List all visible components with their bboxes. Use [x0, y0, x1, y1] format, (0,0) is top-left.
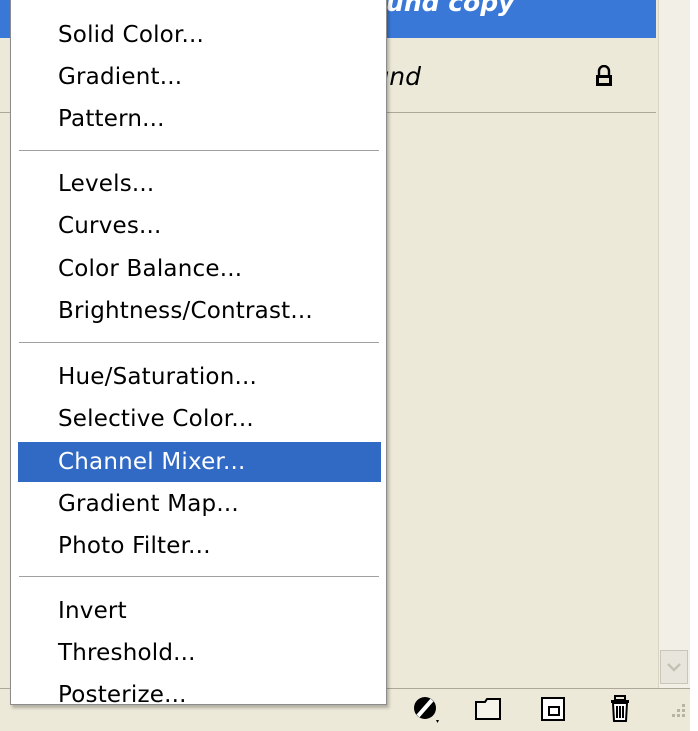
menu-item-solid-color[interactable]: Solid Color...: [18, 17, 381, 53]
window-edge: [690, 0, 698, 731]
menu-item-invert[interactable]: Invert: [18, 593, 381, 629]
menu-item-curves[interactable]: Curves...: [18, 208, 381, 244]
menu-item-gradient-map[interactable]: Gradient Map...: [18, 486, 381, 522]
adjustment-layer-icon[interactable]: [410, 692, 444, 726]
new-layer-icon[interactable]: [536, 692, 570, 726]
menu-separator: [19, 150, 379, 152]
menu-item-posterize[interactable]: Posterize...: [18, 677, 381, 713]
trash-icon[interactable]: [604, 692, 638, 726]
menu-item-pattern[interactable]: Pattern...: [18, 101, 381, 137]
menu-item-gradient[interactable]: Gradient...: [18, 59, 381, 95]
menu-separator: [19, 576, 379, 578]
photoshop-window: kground copy ground: [0, 0, 698, 731]
menu-item-selective-color[interactable]: Selective Color...: [18, 401, 381, 437]
menu-item-brightness-contrast[interactable]: Brightness/Contrast...: [18, 293, 381, 329]
menu-item-channel-mixer[interactable]: Channel Mixer...: [18, 442, 381, 482]
menu-item-photo-filter[interactable]: Photo Filter...: [18, 528, 381, 564]
menu-item-color-balance[interactable]: Color Balance...: [18, 251, 381, 287]
chevron-down-icon: [667, 663, 681, 672]
menu-item-threshold[interactable]: Threshold...: [18, 635, 381, 671]
adjustment-layer-menu: Solid Color... Gradient... Pattern... Le…: [10, 0, 387, 708]
scroll-down-button[interactable]: [660, 650, 688, 684]
menu-item-levels[interactable]: Levels...: [18, 166, 381, 202]
menu-separator: [19, 342, 379, 344]
layers-scrollbar[interactable]: [658, 0, 691, 688]
resize-grip-icon[interactable]: [668, 700, 688, 722]
menu-item-hue-saturation[interactable]: Hue/Saturation...: [18, 359, 381, 395]
lock-icon: [596, 65, 612, 86]
folder-icon[interactable]: [472, 692, 506, 726]
